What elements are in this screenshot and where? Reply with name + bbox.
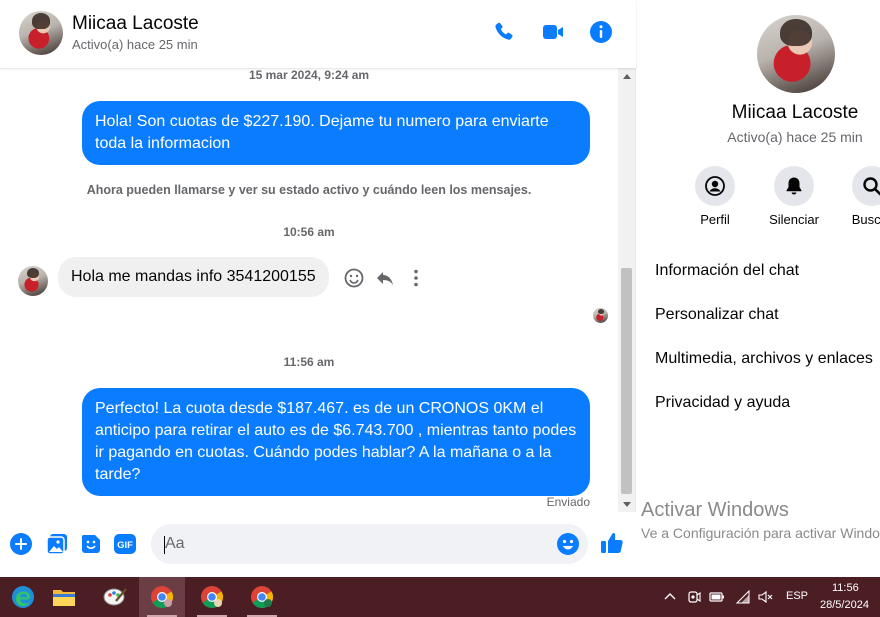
conversation-info-panel: Miicaa Lacoste Activo(a) hace 25 min Per… [637,0,880,577]
gif-label: GIF [117,540,133,551]
contact-name[interactable]: Miicaa Lacoste [72,13,199,35]
battery-icon[interactable] [709,589,725,605]
mute-action[interactable]: Silenciar [754,166,834,227]
scrollbar[interactable] [618,68,635,512]
timestamp: 10:56 am [283,225,335,239]
chat-info-menu-item[interactable]: Información del chat [655,262,799,280]
volume-muted-icon[interactable] [757,589,773,605]
chrome-icon[interactable] [189,577,235,617]
bell-icon[interactable] [774,166,814,206]
profile-avatar[interactable] [757,15,835,93]
chrome-icon[interactable] [139,577,185,617]
windows-taskbar: ESP 11:56 28/5/2024 [0,577,880,617]
incoming-message[interactable]: Hola me mandas info 3541200155 [58,257,329,297]
timestamp: 11:56 am [283,355,335,369]
add-icon[interactable] [9,532,33,556]
system-notice: Ahora pueden llamarse y ver su estado ac… [86,183,532,197]
outgoing-message[interactable]: Hola! Son cuotas de $227.190. Dejame tu … [82,101,590,165]
text-caret [164,536,165,554]
read-receipt-avatar [593,308,608,323]
react-emoji-icon[interactable] [343,267,365,289]
clock-date[interactable]: 28/5/2024 [820,599,869,611]
search-icon[interactable] [852,166,880,206]
timestamp: 15 mar 2024, 9:24 am [248,68,370,82]
profile-action[interactable]: Perfil [675,166,755,227]
profile-status: Activo(a) hace 25 min [727,129,863,145]
meet-now-icon[interactable] [686,589,702,605]
search-action-label: Buscar [851,212,880,227]
gif-icon[interactable]: GIF [113,532,137,556]
chrome-icon[interactable] [239,577,285,617]
chat-panel: Miicaa Lacoste Activo(a) hace 25 min 15 … [0,0,636,577]
customize-chat-menu-item[interactable]: Personalizar chat [655,306,779,324]
video-icon[interactable] [541,20,565,44]
media-files-links-menu-item[interactable]: Multimedia, archivos y enlaces [655,350,873,368]
sent-status: Enviado [546,495,590,509]
scroll-down-arrow[interactable] [618,498,635,510]
phone-icon[interactable] [492,20,516,44]
activation-watermark-subtitle: Ve a Configuración para activar Windows. [641,525,880,541]
sticker-icon[interactable] [79,532,103,556]
search-action[interactable]: Buscar [832,166,880,227]
scrollbar-thumb[interactable] [621,268,632,494]
composer: GIF [0,512,636,577]
edge-icon[interactable] [0,577,46,617]
privacy-help-menu-item[interactable]: Privacidad y ayuda [655,394,790,412]
chevron-up-icon[interactable] [662,589,678,605]
clock-time[interactable]: 11:56 [832,582,859,594]
paint-icon[interactable] [92,577,138,617]
reply-icon[interactable] [374,267,396,289]
contact-status: Activo(a) hace 25 min [72,37,198,52]
more-options-icon[interactable] [405,267,427,289]
mute-action-label: Silenciar [769,212,819,227]
outgoing-message[interactable]: Perfecto! La cuota desde $187.467. es de… [82,388,590,496]
activation-watermark-title: Activar Windows [641,499,789,521]
message-list: 15 mar 2024, 9:24 am Hola! Son cuotas de… [0,68,618,512]
profile-icon[interactable] [695,166,735,206]
message-input[interactable] [151,524,588,564]
sender-avatar[interactable] [18,266,48,296]
contact-avatar[interactable] [19,11,63,55]
scroll-up-arrow[interactable] [618,70,635,82]
chat-header: Miicaa Lacoste Activo(a) hace 25 min [0,0,636,68]
wifi-icon[interactable] [735,589,751,605]
gallery-icon[interactable] [45,532,69,556]
profile-action-label: Perfil [700,212,730,227]
language-indicator[interactable]: ESP [786,590,808,602]
emoji-icon[interactable] [556,532,580,556]
like-icon[interactable] [599,530,625,556]
profile-name: Miicaa Lacoste [731,102,859,123]
messenger-window: Miicaa Lacoste Activo(a) hace 25 min 15 … [0,0,880,577]
info-icon[interactable] [589,20,613,44]
file-explorer-icon[interactable] [41,577,87,617]
